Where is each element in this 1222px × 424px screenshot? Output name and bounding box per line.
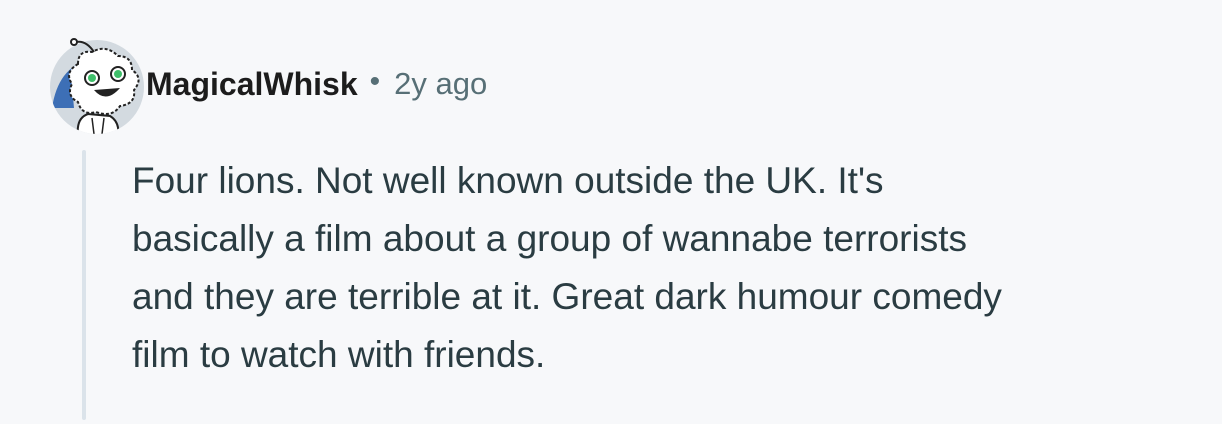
meta-separator: • [369, 65, 381, 98]
comment-body-line: basically a film about a group of wannab… [132, 218, 967, 259]
comment-body: Four lions. Not well known outside the U… [132, 152, 1192, 384]
comment-timestamp[interactable]: 2y ago [394, 66, 487, 102]
snoo-avatar-icon [50, 38, 144, 134]
comment: MagicalWhisk • 2y ago Four lions. Not we… [0, 0, 1222, 424]
comment-body-line: and they are terrible at it. Great dark … [132, 276, 1002, 317]
thread-line[interactable] [82, 150, 86, 420]
comment-body-line: Four lions. Not well known outside the U… [132, 160, 884, 201]
comment-meta: MagicalWhisk • 2y ago [146, 62, 487, 106]
author-avatar[interactable] [48, 38, 146, 136]
author-username[interactable]: MagicalWhisk [146, 66, 358, 103]
comment-body-line: film to watch with friends. [132, 334, 546, 375]
